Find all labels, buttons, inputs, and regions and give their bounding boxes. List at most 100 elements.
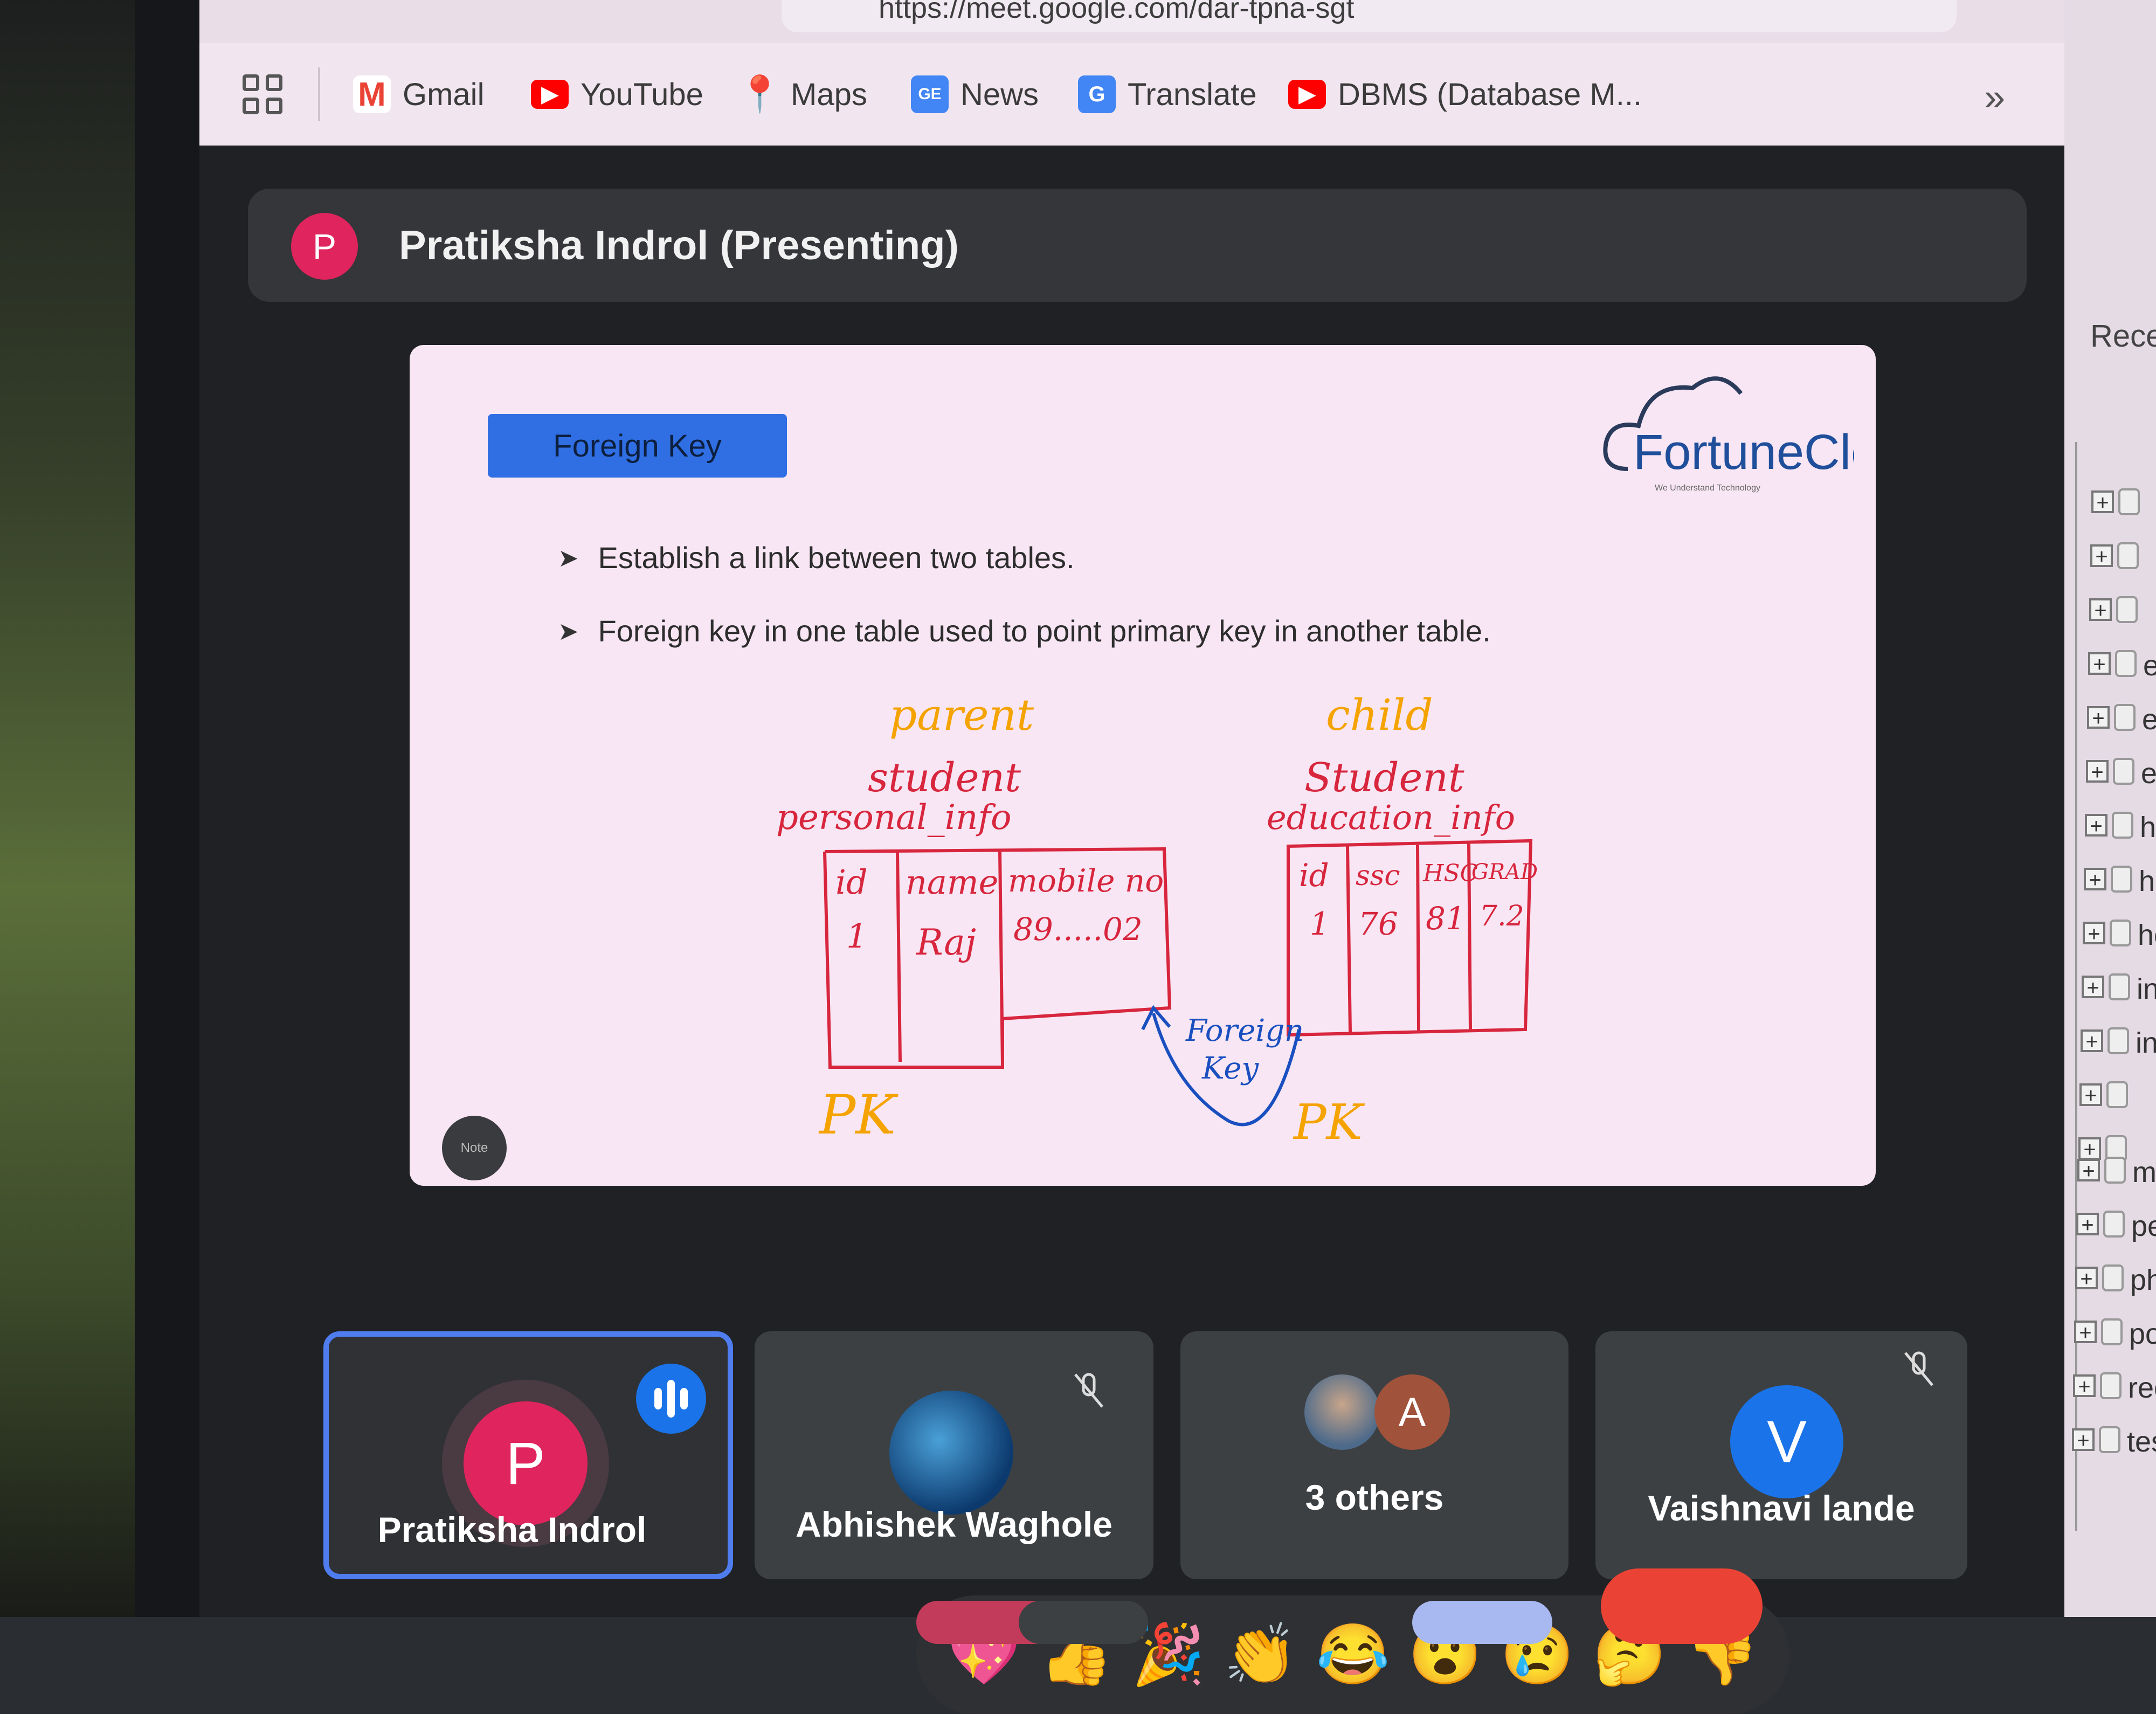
presenter-label: Pratiksha Indrol (Presenting) — [399, 223, 959, 268]
participant-tile-others[interactable]: A 3 others — [1180, 1331, 1568, 1579]
parent-col-name: name — [906, 862, 999, 902]
folder-icon — [2113, 758, 2134, 785]
tree-item[interactable]: + — [2064, 1078, 2156, 1121]
expand-icon[interactable]: + — [2089, 598, 2112, 621]
expand-icon[interactable]: + — [2072, 1428, 2095, 1452]
annotation-pk-left: PK — [819, 1083, 896, 1146]
folder-icon — [2116, 596, 2138, 623]
participant-name: Pratiksha Indrol — [377, 1510, 647, 1550]
bookmark-label: News — [960, 77, 1039, 112]
expand-icon[interactable]: + — [2090, 544, 2113, 568]
tree-item[interactable]: + he — [2064, 916, 2156, 959]
participant-avatar: P — [464, 1401, 588, 1525]
tree-item-label: port — [2129, 1318, 2156, 1350]
expand-icon[interactable]: + — [2083, 922, 2105, 945]
expand-icon[interactable]: + — [2091, 490, 2114, 514]
expand-icon[interactable]: + — [2076, 1213, 2099, 1236]
translate-icon: G — [1078, 75, 1116, 113]
folder-icon — [2110, 920, 2131, 946]
child-col-ssc: ssc — [1356, 860, 1400, 892]
folder-icon — [2101, 1318, 2123, 1345]
parent-col-mobile: mobile no — [1008, 862, 1164, 899]
folder-icon — [2100, 1372, 2122, 1399]
bookmark-youtube[interactable]: ▶ YouTube — [531, 70, 703, 119]
tree-item[interactable]: + in — [2064, 970, 2156, 1013]
tree-item[interactable]: + port — [2064, 1315, 2156, 1358]
folder-icon — [2115, 650, 2137, 677]
tree-item[interactable]: + e — [2064, 755, 2156, 798]
bookmark-dbms[interactable]: ▶ DBMS (Database M... — [1288, 70, 1642, 119]
youtube-icon: ▶ — [531, 80, 569, 109]
expand-icon[interactable]: + — [2085, 814, 2107, 837]
more-bookmarks-chevron-icon[interactable]: » — [1984, 75, 2005, 119]
bookmark-maps[interactable]: 📍 Maps — [738, 70, 867, 119]
child-col-grad: GRAD — [1471, 860, 1538, 884]
expand-icon[interactable]: + — [2088, 652, 2111, 675]
bookmark-gmail[interactable]: M Gmail — [353, 70, 484, 119]
expand-icon[interactable]: + — [2081, 1029, 2103, 1053]
recent-label: Rece — [2090, 319, 2156, 354]
tree-item[interactable]: + h — [2064, 808, 2156, 852]
participant-tile-abhishek[interactable]: Abhishek Waghole — [755, 1331, 1153, 1579]
tree-item[interactable]: + my — [2064, 1153, 2156, 1197]
expand-icon[interactable]: + — [2074, 1321, 2097, 1344]
folder-icon — [2107, 1027, 2129, 1054]
leave-call-button[interactable] — [1601, 1568, 1763, 1644]
expand-icon[interactable]: + — [2086, 760, 2109, 783]
expand-icon[interactable]: + — [2084, 868, 2106, 891]
address-bar[interactable]: https://meet.google.com/dar-tpna-sgt — [782, 0, 1957, 32]
expand-icon[interactable]: + — [2082, 976, 2104, 999]
bookmark-news[interactable]: GE News — [911, 70, 1039, 119]
expand-icon[interactable]: + — [2087, 706, 2110, 729]
tree-item[interactable]: + e — [2064, 647, 2156, 690]
bookmark-translate[interactable]: G Translate — [1078, 70, 1257, 119]
participant-avatar-photo — [889, 1391, 1013, 1515]
folder-icon — [2118, 488, 2140, 515]
participant-avatar-photo — [1304, 1374, 1380, 1450]
bookmark-label: Maps — [791, 77, 867, 112]
tree-item-label: per — [2131, 1210, 2156, 1242]
tree-item[interactable]: + — [2064, 485, 2156, 528]
folder-icon — [2103, 1211, 2125, 1238]
tree-item[interactable]: + test — [2064, 1423, 2156, 1466]
tree-item-label: ins — [2136, 1027, 2156, 1059]
parent-col-id: id — [835, 862, 868, 902]
mic-off-icon — [1897, 1347, 1940, 1391]
participant-tile-vaishnavi[interactable]: V Vaishnavi lande — [1595, 1331, 1967, 1579]
tree-item[interactable]: + — [2064, 593, 2156, 636]
parent-cell-id: 1 — [846, 916, 868, 956]
participant-name: 3 others — [1305, 1477, 1444, 1517]
tree-item-label: h — [2140, 811, 2156, 844]
control-button[interactable] — [1019, 1601, 1148, 1644]
parent-cell-name: Raj — [916, 922, 977, 963]
bookmarks-divider — [318, 67, 320, 121]
expand-icon[interactable]: + — [2079, 1083, 2102, 1107]
bookmark-label: Gmail — [403, 77, 485, 112]
expand-icon[interactable]: + — [2075, 1267, 2098, 1290]
monitor-bezel — [135, 0, 205, 1617]
apps-grid-icon[interactable] — [243, 74, 282, 114]
control-button[interactable] — [1412, 1601, 1552, 1644]
expand-icon[interactable]: + — [2077, 1159, 2100, 1182]
tree-item-label: h — [2139, 865, 2155, 897]
tree-item[interactable]: + reco — [2064, 1369, 2156, 1412]
meet-window: P Pratiksha Indrol (Presenting) Foreign … — [199, 146, 2064, 1714]
tree-item[interactable]: + h — [2064, 862, 2156, 906]
drawn-tables — [823, 839, 1533, 1126]
tree-item[interactable]: + php — [2064, 1261, 2156, 1304]
shared-slide: Foreign Key FortuneCloud We Understand T… — [410, 345, 1876, 1186]
child-cell-ssc: 76 — [1358, 906, 1398, 942]
annotation-pk-right: PK — [1294, 1094, 1363, 1151]
tree-item[interactable]: + ins — [2064, 1024, 2156, 1067]
tree-item-label: e — [2142, 703, 2156, 736]
reaction-clap[interactable]: 👏 — [1224, 1625, 1297, 1684]
reaction-laugh[interactable]: 😂 — [1316, 1625, 1390, 1684]
note-button[interactable]: Note — [442, 1116, 507, 1180]
participant-name: Vaishnavi lande — [1648, 1488, 1915, 1528]
tree-item[interactable]: + e — [2064, 701, 2156, 744]
expand-icon[interactable]: + — [2073, 1374, 2096, 1398]
tree-item[interactable]: + per — [2064, 1207, 2156, 1250]
tree-item[interactable]: + — [2064, 539, 2156, 582]
youtube-icon: ▶ — [1288, 80, 1326, 109]
participant-tile-pratiksha[interactable]: P Pratiksha Indrol — [323, 1331, 733, 1579]
